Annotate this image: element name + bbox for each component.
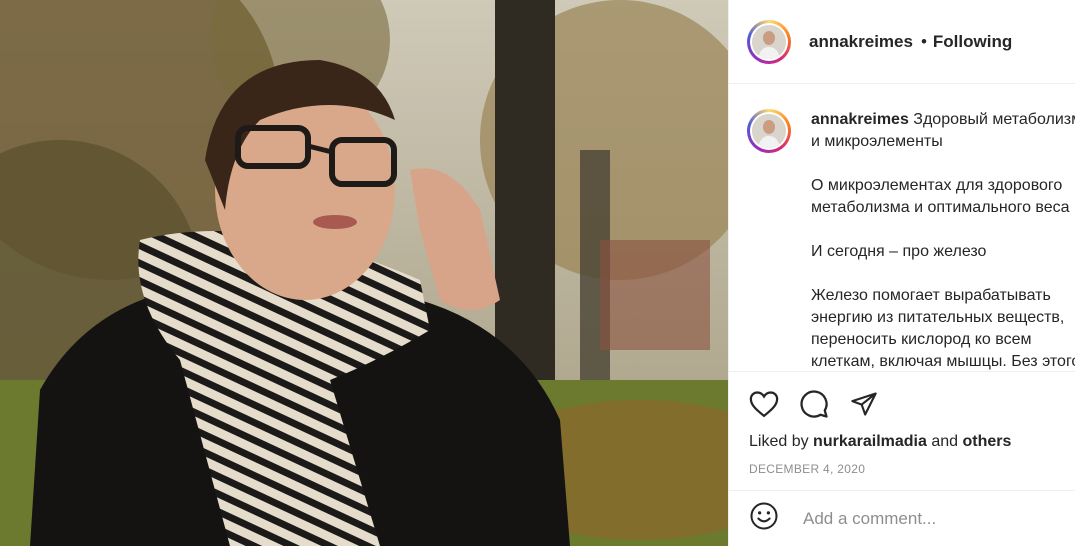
avatar-ring xyxy=(750,22,788,61)
liked-by-prefix: Liked by xyxy=(749,433,809,450)
action-icons xyxy=(729,372,1075,424)
caption-avatar[interactable] xyxy=(747,109,791,153)
caption-row: annakreimes Здоровый метаболизм и микроэ… xyxy=(729,85,1075,371)
caption-paragraph: О микроэлементах для здорового метаболиз… xyxy=(811,175,1075,219)
likes-summary: Liked by nurkarailmadia and others xyxy=(729,424,1075,451)
comment-bar xyxy=(729,490,1075,546)
caption-username[interactable]: annakreimes xyxy=(811,111,909,128)
caption-line: И сегодня – про железо xyxy=(811,243,987,260)
post-photo[interactable] xyxy=(0,0,728,546)
avatar-ring xyxy=(750,112,788,150)
caption-text: annakreimes Здоровый метаболизм и микроэ… xyxy=(811,109,1075,371)
caption-paragraph: Железо помогает вырабатывать энергию из … xyxy=(811,285,1075,371)
avatar-image xyxy=(752,24,786,59)
caption-line: клеткам, включая мышцы. Без этого xyxy=(811,353,1075,370)
avatar[interactable] xyxy=(747,19,791,64)
photo-illustration xyxy=(0,0,728,546)
caption-line: Здоровый метаболизм xyxy=(913,111,1075,128)
caption-paragraph: И сегодня – про железо xyxy=(811,241,1075,263)
caption-line: Железо помогает вырабатывать xyxy=(811,287,1051,304)
actions-area: Liked by nurkarailmadia and others DECEM… xyxy=(729,371,1075,546)
caption-paragraph: annakreimes Здоровый метаболизм и микроэ… xyxy=(811,109,1075,153)
caption-line: энергию из питательных веществ, xyxy=(811,309,1065,326)
post-header: annakreimes • Following xyxy=(729,0,1075,84)
comment-icon[interactable] xyxy=(799,389,829,419)
post-date[interactable]: DECEMBER 4, 2020 xyxy=(729,451,1075,476)
liked-by-others[interactable]: others xyxy=(962,433,1011,450)
avatar-image xyxy=(752,114,786,148)
header-separator: • xyxy=(920,31,927,51)
caption-line: переносить кислород ко всем xyxy=(811,331,1032,348)
liked-by-and: and xyxy=(931,433,959,450)
heart-icon[interactable] xyxy=(749,390,779,418)
header-username[interactable]: annakreimes xyxy=(809,32,913,52)
emoji-icon[interactable] xyxy=(749,501,779,536)
liked-by-user[interactable]: nurkarailmadia xyxy=(813,433,927,450)
post-sidebar: annakreimes • Following annakreimes Здор… xyxy=(728,0,1075,546)
caption-line: метаболизма и оптимального веса xyxy=(811,199,1070,216)
caption-line: и микроэлементы xyxy=(811,133,943,150)
comment-input[interactable] xyxy=(801,507,1055,530)
caption-line: О микроэлементах для здорового xyxy=(811,177,1063,194)
following-button[interactable]: Following xyxy=(933,32,1012,52)
share-icon[interactable] xyxy=(849,390,879,418)
instagram-post: annakreimes • Following annakreimes Здор… xyxy=(0,0,1075,546)
caption-area: annakreimes Здоровый метаболизм и микроэ… xyxy=(729,85,1075,371)
